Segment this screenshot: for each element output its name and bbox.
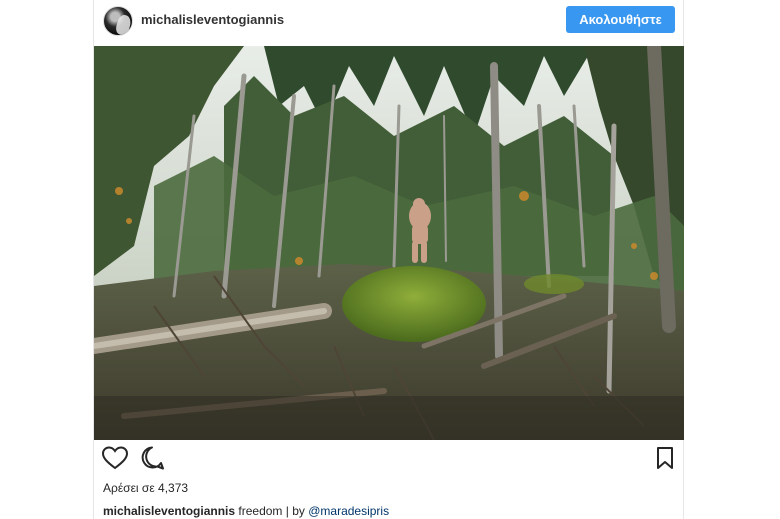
post-header: michalisleventogiannis Ακολουθήστε — [94, 0, 683, 44]
bookmark-icon[interactable] — [651, 444, 679, 472]
caption-text: freedom | by — [238, 504, 305, 518]
likes-number: 4,373 — [158, 481, 189, 495]
likes-prefix: Αρέσει σε — [103, 481, 155, 495]
post-photo[interactable] — [94, 46, 684, 440]
caption-mention[interactable]: @maradesipris — [308, 504, 389, 518]
post-caption: michalisleventogiannis freedom | by @mar… — [103, 504, 389, 518]
forest-photo — [94, 46, 684, 440]
caption-username[interactable]: michalisleventogiannis — [103, 504, 235, 518]
follow-button[interactable]: Ακολουθήστε — [566, 6, 675, 33]
post-actions — [94, 444, 683, 476]
avatar[interactable] — [103, 6, 133, 36]
post-username[interactable]: michalisleventogiannis — [141, 12, 284, 27]
comment-icon[interactable] — [138, 444, 166, 472]
instagram-post: michalisleventogiannis Ακολουθήστε Αρέσε… — [93, 0, 684, 519]
likes-count[interactable]: Αρέσει σε 4,373 — [103, 481, 188, 495]
heart-icon[interactable] — [101, 444, 129, 472]
